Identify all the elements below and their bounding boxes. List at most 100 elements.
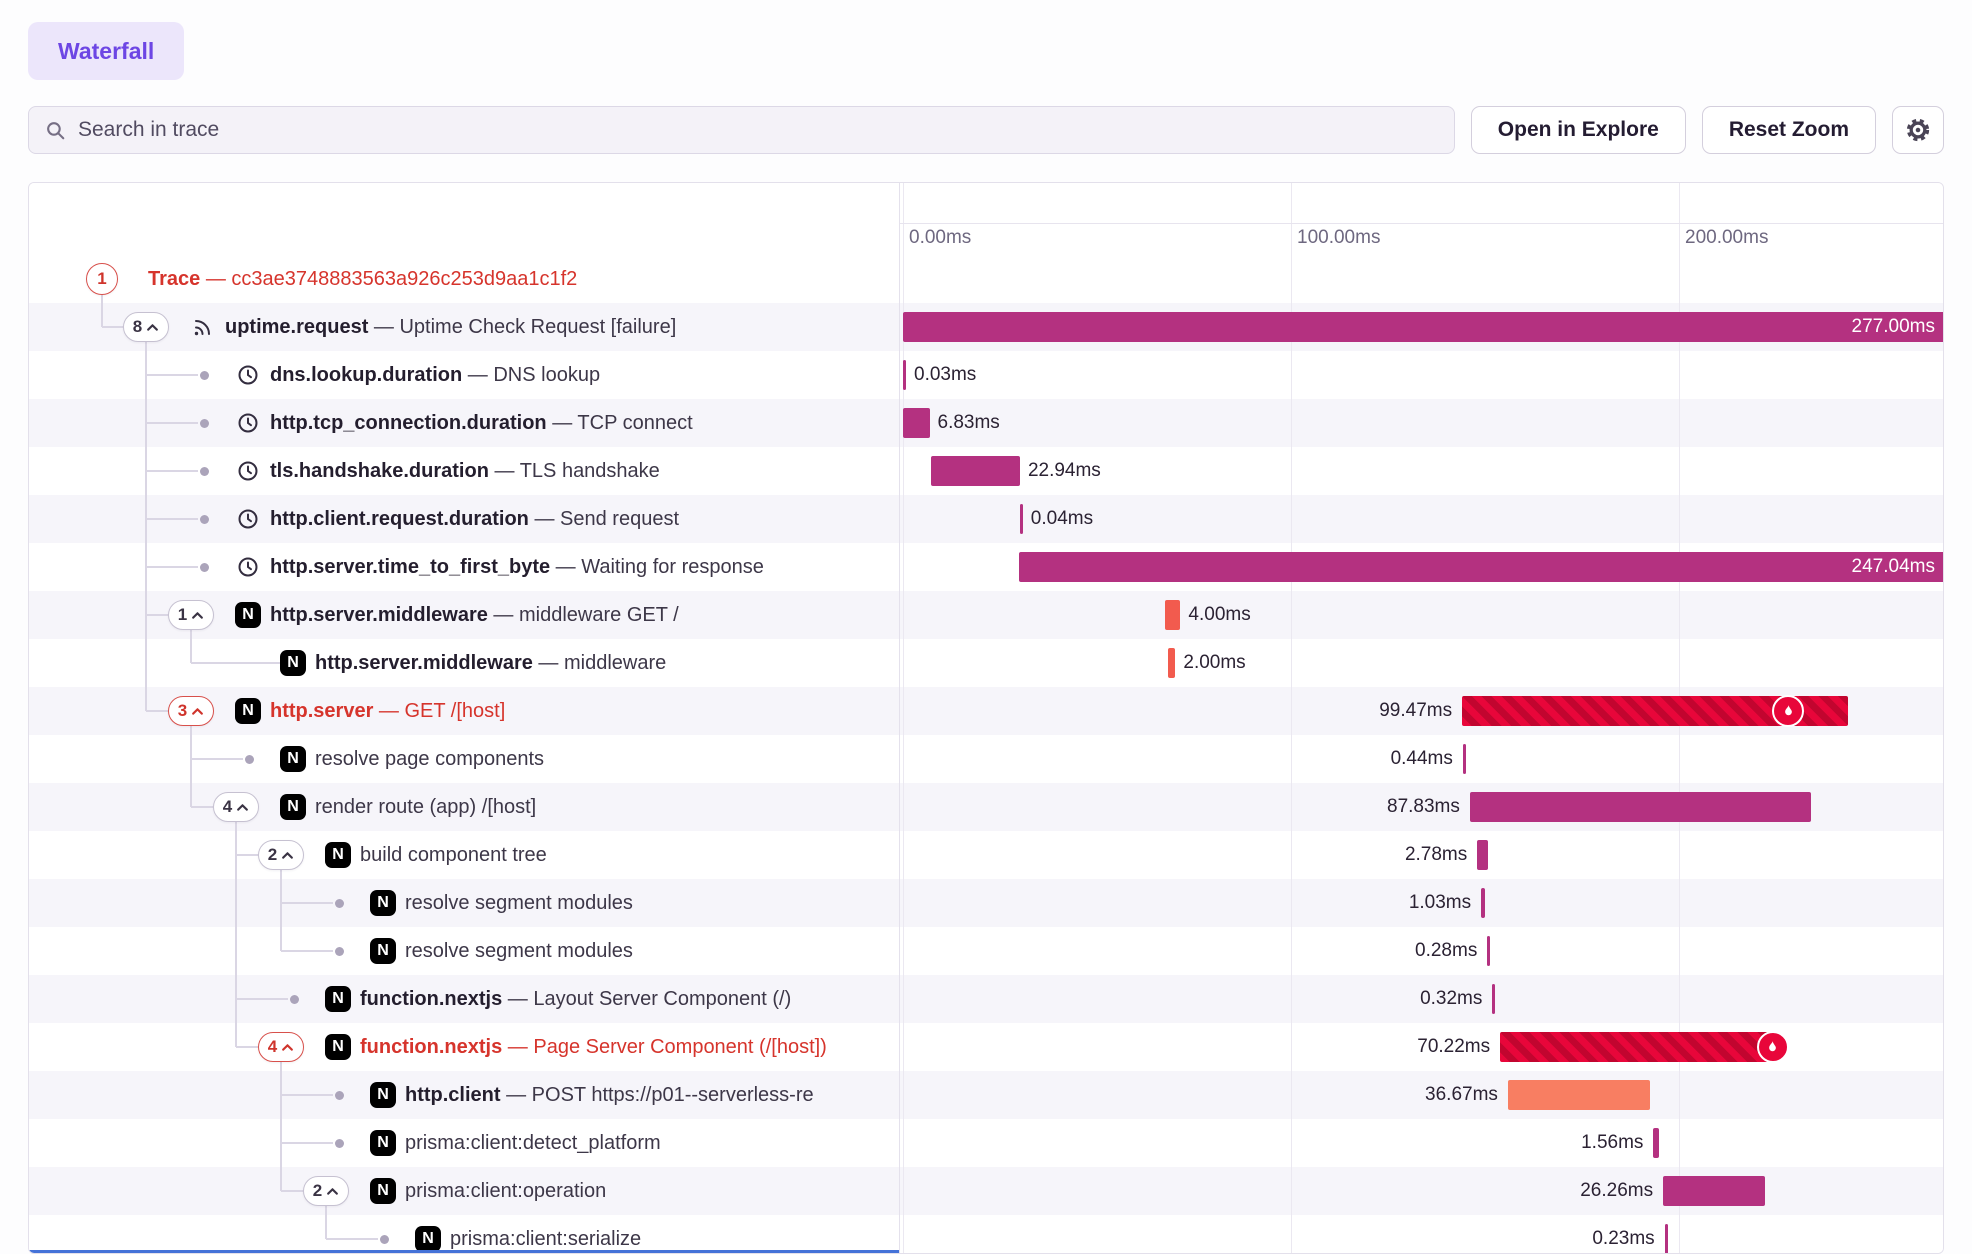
trace-row[interactable]: http.client.request.duration — Send requ… [29, 495, 1943, 543]
timeline-gridline [1679, 399, 1680, 447]
trace-row[interactable]: Nresolve segment modules0.28ms [29, 927, 1943, 975]
trace-row[interactable]: Nfunction.nextjs — Layout Server Compone… [29, 975, 1943, 1023]
span-dot [200, 563, 209, 572]
nextjs-icon: N [325, 842, 351, 868]
waterfall-cell [899, 255, 1943, 303]
span-bar[interactable] [903, 312, 1943, 342]
trace-row[interactable]: Nhttp.server.middleware — middleware2.00… [29, 639, 1943, 687]
tree-connector-line [236, 1046, 258, 1048]
tree-cell: Nresolve segment modules [29, 879, 899, 927]
timeline-gridline [1679, 879, 1680, 927]
timeline-gridline [903, 255, 904, 303]
trace-row[interactable]: 4Nrender route (app) /[host] 87.83ms [29, 783, 1943, 831]
tree-connector-line [235, 821, 237, 831]
trace-row[interactable]: Nresolve segment modules1.03ms [29, 879, 1943, 927]
span-dot [200, 515, 209, 524]
waterfall-cell: 2.78ms [899, 831, 1943, 879]
bar-duration-label: 6.83ms [938, 399, 1000, 447]
nextjs-icon: N [415, 1226, 441, 1252]
bar-duration-label: 277.00ms [1852, 303, 1935, 351]
span-title: http.server.time_to_first_byte — Waiting… [270, 543, 764, 591]
expand-badge[interactable]: 1 [168, 600, 214, 630]
timeline-gridline [1679, 255, 1680, 303]
span-bar[interactable] [1020, 504, 1023, 534]
nextjs-icon: N [325, 986, 351, 1012]
span-bar[interactable] [931, 456, 1020, 486]
settings-button[interactable] [1892, 106, 1944, 154]
timeline-gridline [1679, 1215, 1680, 1254]
trace-row[interactable]: 2Nprisma:client:operation26.26ms [29, 1167, 1943, 1215]
timeline-gridline [1291, 447, 1292, 495]
timeline-gridline [903, 1071, 904, 1119]
tree-cell: Nhttp.client — POST https://p01--serverl… [29, 1071, 899, 1119]
scroll-indicator [29, 1250, 899, 1253]
tree-connector-line [326, 1238, 378, 1240]
trace-row[interactable]: Nhttp.client — POST https://p01--serverl… [29, 1071, 1943, 1119]
bar-duration-label: 2.00ms [1183, 639, 1245, 687]
expand-badge[interactable]: 2 [303, 1176, 349, 1206]
tree-connector-line [191, 806, 213, 808]
span-bar[interactable] [1481, 888, 1485, 918]
trace-row[interactable]: 2Nbuild component tree2.78ms [29, 831, 1943, 879]
span-bar[interactable] [1168, 648, 1176, 678]
trace-row[interactable]: 3Nhttp.server — GET /[host]99.47ms [29, 687, 1943, 735]
waterfall-cell: 1.56ms [899, 1119, 1943, 1167]
search-box[interactable] [28, 106, 1455, 154]
trace-row[interactable]: 8uptime.request — Uptime Check Request [… [29, 303, 1943, 351]
trace-row[interactable]: 1Trace — cc3ae3748883563a926c253d9aa1c1f… [29, 255, 1943, 303]
span-bar[interactable] [1487, 936, 1490, 966]
span-bar[interactable] [1665, 1224, 1668, 1254]
span-bar[interactable] [1165, 600, 1181, 630]
trace-row[interactable]: 4Nfunction.nextjs — Page Server Componen… [29, 1023, 1943, 1071]
clock-icon [236, 507, 260, 536]
trace-row[interactable]: http.tcp_connection.duration — TCP conne… [29, 399, 1943, 447]
span-bar[interactable] [903, 408, 930, 438]
tree-cell: 2Nbuild component tree [29, 831, 899, 879]
timeline-gridline [1291, 351, 1292, 399]
span-description: TLS handshake [520, 460, 660, 482]
trace-row[interactable]: http.server.time_to_first_byte — Waiting… [29, 543, 1943, 591]
tree-connector-line [325, 1205, 327, 1215]
waterfall-tab[interactable]: Waterfall [28, 22, 184, 80]
bar-duration-label: 0.28ms [1415, 927, 1477, 975]
span-bar[interactable] [903, 360, 906, 390]
expand-badge[interactable]: 1 [86, 263, 118, 295]
search-input[interactable] [78, 118, 1438, 142]
span-bar[interactable] [1019, 552, 1943, 582]
expand-badge[interactable]: 3 [168, 696, 214, 726]
gear-icon [1905, 117, 1931, 143]
expand-badge[interactable]: 4 [258, 1032, 304, 1062]
trace-row[interactable]: Nprisma:client:detect_platform1.56ms [29, 1119, 1943, 1167]
trace-row[interactable]: 1Nhttp.server.middleware — middleware GE… [29, 591, 1943, 639]
span-description: TCP connect [577, 412, 692, 434]
trace-row[interactable]: Nprisma:client:serialize0.23ms [29, 1215, 1943, 1254]
span-title: prisma:client:operation [405, 1167, 606, 1215]
child-count: 2 [313, 1181, 322, 1201]
expand-badge[interactable]: 8 [123, 312, 169, 342]
span-bar[interactable] [1477, 840, 1488, 870]
tree-cell: 4Nrender route (app) /[host] [29, 783, 899, 831]
nextjs-icon: N [370, 1178, 396, 1204]
span-bar[interactable] [1500, 1032, 1772, 1062]
span-bar[interactable] [1463, 744, 1466, 774]
expand-badge[interactable]: 4 [213, 792, 259, 822]
timeline-gridline [1291, 927, 1292, 975]
chevron-up-icon [236, 803, 249, 812]
span-bar[interactable] [1492, 984, 1495, 1014]
open-in-explore-button[interactable]: Open in Explore [1471, 106, 1686, 154]
span-description: DNS lookup [493, 364, 600, 386]
trace-row[interactable]: dns.lookup.duration — DNS lookup0.03ms [29, 351, 1943, 399]
bar-duration-label: 87.83ms [1387, 783, 1460, 831]
trace-row[interactable]: Nresolve page components0.44ms [29, 735, 1943, 783]
expand-badge[interactable]: 2 [258, 840, 304, 870]
reset-zoom-button[interactable]: Reset Zoom [1702, 106, 1876, 154]
span-bar[interactable] [1470, 792, 1811, 822]
trace-row[interactable]: tls.handshake.duration — TLS handshake22… [29, 447, 1943, 495]
tree-waterfall-divider[interactable] [899, 183, 900, 1253]
span-description: resolve segment modules [405, 940, 633, 962]
waterfall-cell: 6.83ms [899, 399, 1943, 447]
timeline-gridline [903, 927, 904, 975]
span-bar[interactable] [1663, 1176, 1765, 1206]
span-bar[interactable] [1653, 1128, 1659, 1158]
span-bar[interactable] [1508, 1080, 1650, 1110]
